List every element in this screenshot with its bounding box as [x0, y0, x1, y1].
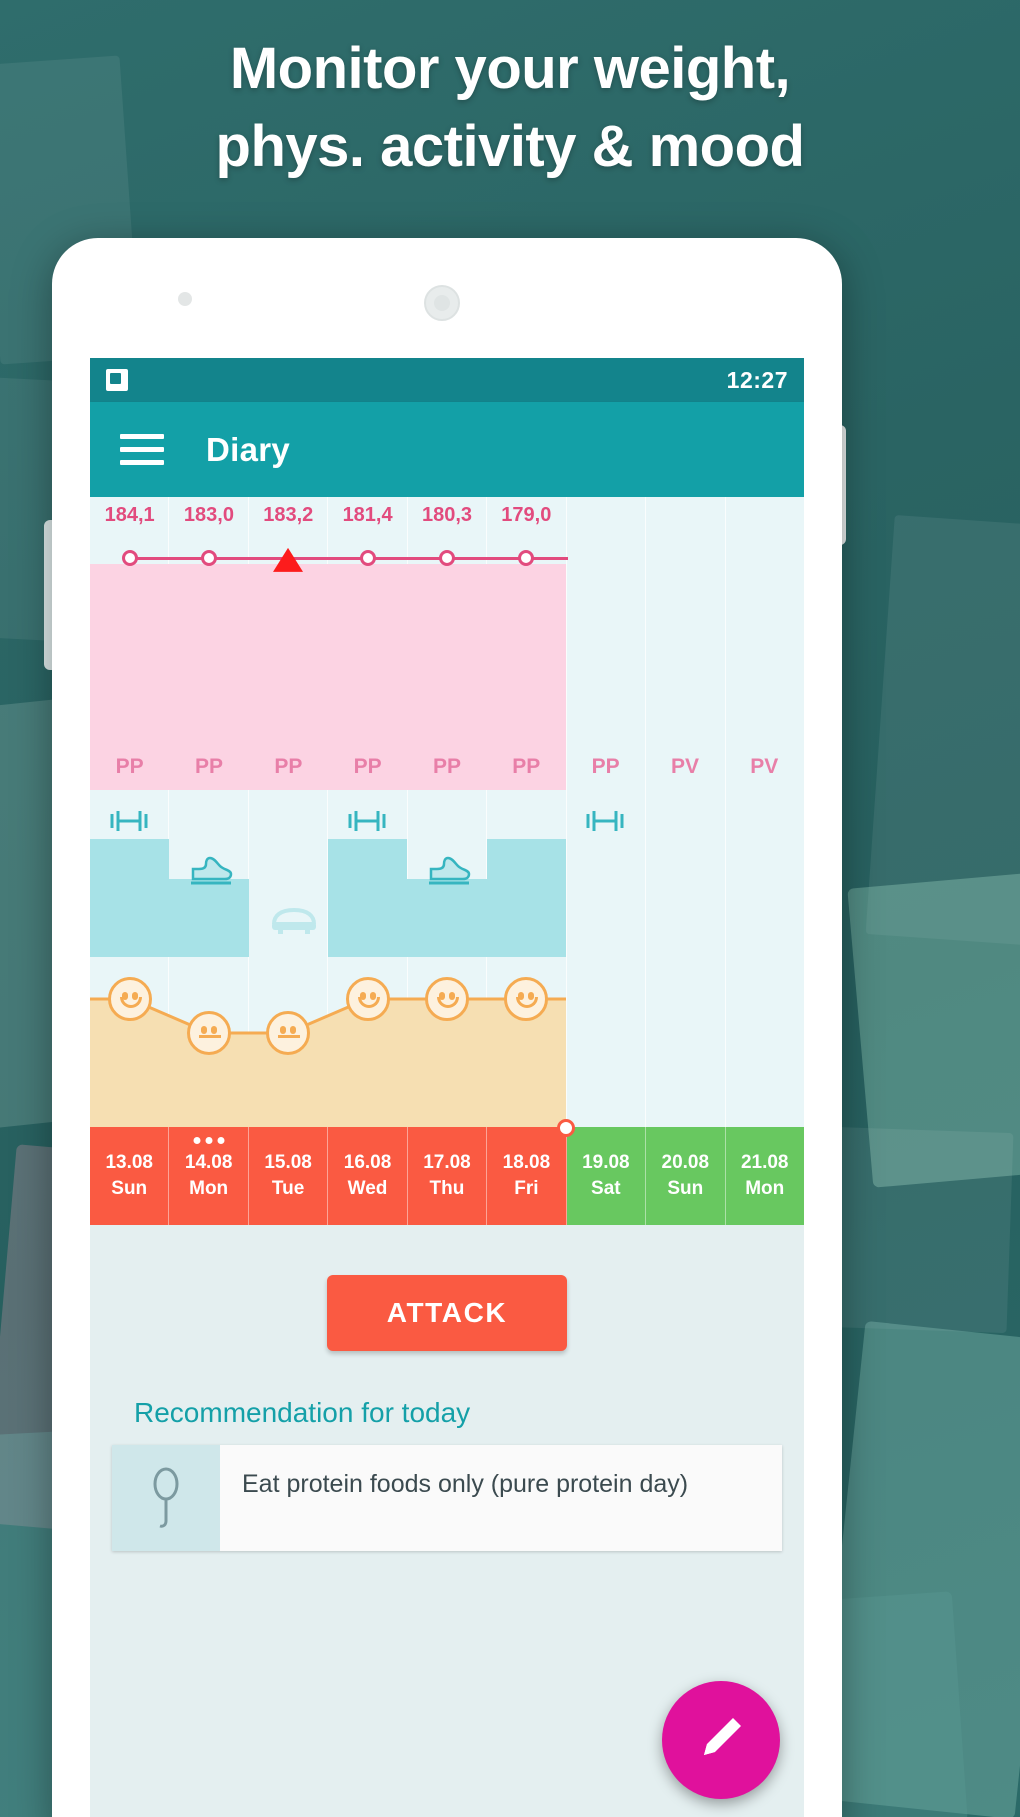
weight-point[interactable]	[200, 550, 217, 566]
date-value: 17.08	[423, 1152, 471, 1173]
date-weekday: Sun	[111, 1178, 148, 1199]
activity-series	[90, 797, 804, 957]
phone-screen: 12:27 Diary 184,1 183,0 183,2 181,4 180,…	[90, 358, 804, 1817]
front-camera-icon	[178, 292, 192, 306]
weight-point-today-marker[interactable]	[273, 547, 304, 572]
date-value: 20.08	[661, 1152, 710, 1173]
activity-bar[interactable]	[327, 839, 408, 957]
mood-series	[90, 967, 804, 1127]
table-row-today[interactable]: 18.08 Fri	[487, 1127, 567, 1225]
page-title: Diary	[206, 430, 291, 468]
weight-point[interactable]	[359, 550, 376, 566]
date-value: 14.08	[184, 1152, 233, 1173]
date-weekday: Fri	[514, 1178, 539, 1199]
headline-line-2: phys. activity & mood	[215, 114, 805, 179]
weight-label: 184,1	[104, 504, 155, 526]
diet-phase-cell: PP	[115, 755, 144, 778]
date-value: 18.08	[502, 1152, 551, 1173]
app-bar: Diary	[90, 402, 804, 497]
pencil-edit-icon	[704, 1718, 741, 1755]
promo-headline: Monitor your weight, phys. activity & mo…	[0, 30, 1020, 186]
activity-bar[interactable]	[90, 839, 170, 957]
weight-label: 180,3	[421, 504, 473, 526]
weight-label: 181,4	[342, 504, 393, 526]
date-row: 13.08 Sun 14.08 Mon 15.08 Tue 16.08 Wed …	[90, 1127, 804, 1225]
table-row[interactable]: 13.08 Sun	[90, 1127, 170, 1225]
date-weekday: Sat	[591, 1178, 621, 1199]
mood-marker-happy[interactable]	[345, 977, 390, 1021]
date-value: 16.08	[343, 1152, 392, 1173]
dumbbell-icon	[106, 807, 152, 835]
weight-label: 183,0	[183, 504, 234, 526]
weight-label: 179,0	[501, 504, 552, 526]
diet-phase-cell: PP	[432, 755, 461, 778]
weight-point[interactable]	[439, 550, 455, 566]
diet-phase-cell: PP	[591, 755, 620, 778]
table-row[interactable]: 19.08 Sat	[566, 1127, 647, 1225]
diet-phase-cell: PP	[274, 755, 303, 778]
edit-fab-button[interactable]	[662, 1681, 780, 1799]
headline-line-1: Monitor your weight,	[229, 36, 791, 101]
recommendation-text: Eat protein foods only (pure protein day…	[242, 1470, 689, 1498]
car-icon	[269, 902, 319, 934]
date-weekday: Thu	[429, 1178, 465, 1199]
hamburger-menu-icon[interactable]	[120, 433, 164, 466]
mood-marker-happy[interactable]	[504, 977, 549, 1021]
status-bar: 12:27	[90, 358, 804, 402]
attack-button-wrap: ATTACK	[90, 1225, 804, 1351]
table-row[interactable]: 15.08 Tue	[248, 1127, 329, 1225]
walk-icon	[187, 853, 235, 887]
weight-line	[129, 557, 569, 560]
recommendation-card[interactable]: Eat protein foods only (pure protein day…	[112, 1445, 782, 1551]
table-row[interactable]: 21.08 Mon	[725, 1127, 804, 1225]
diet-phase-cell: PP	[512, 755, 541, 778]
mood-marker-happy[interactable]	[107, 977, 152, 1021]
dumbbell-icon	[582, 807, 628, 835]
table-row[interactable]: 14.08 Mon	[169, 1127, 249, 1225]
date-weekday: Tue	[271, 1178, 305, 1199]
mood-marker-neutral[interactable]	[266, 1011, 311, 1055]
more-options-icon[interactable]	[193, 1137, 225, 1144]
table-row[interactable]: 17.08 Thu	[407, 1127, 488, 1225]
dumbbell-icon	[344, 807, 390, 835]
date-weekday: Mon	[745, 1178, 785, 1199]
lower-content: ATTACK Recommendation for today Eat prot…	[90, 1225, 804, 1551]
attack-button[interactable]: ATTACK	[326, 1275, 568, 1351]
diet-phase-cell: PV	[750, 755, 779, 778]
date-value: 13.08	[105, 1152, 153, 1173]
date-value: 15.08	[264, 1152, 312, 1173]
walk-icon	[425, 853, 473, 887]
weight-point[interactable]	[518, 550, 535, 566]
diet-phase-cell: PP	[353, 755, 382, 778]
date-value: 19.08	[582, 1152, 630, 1173]
date-weekday: Wed	[347, 1178, 388, 1199]
mood-marker-neutral[interactable]	[186, 1011, 231, 1055]
recommendation-section-title: Recommendation for today	[134, 1397, 471, 1428]
earpiece-speaker-icon	[424, 285, 460, 321]
app-square-icon	[106, 369, 128, 391]
mood-marker-happy[interactable]	[425, 977, 469, 1021]
weight-point[interactable]	[121, 550, 138, 566]
table-row[interactable]: 16.08 Wed	[328, 1127, 408, 1225]
weight-label: 183,2	[263, 504, 314, 526]
date-weekday: Mon	[189, 1178, 229, 1199]
diary-chart[interactable]: 184,1 183,0 183,2 181,4 180,3 179,0 PP P…	[90, 497, 804, 1225]
diet-phase-cell: PV	[670, 755, 699, 778]
spoon-icon	[112, 1445, 220, 1551]
activity-bar[interactable]	[486, 839, 566, 957]
date-value: 21.08	[740, 1152, 789, 1173]
status-clock: 12:27	[726, 366, 788, 393]
date-weekday: Sun	[667, 1178, 704, 1199]
diet-phase-cell: PP	[194, 755, 223, 778]
activity-bar[interactable]	[407, 879, 487, 957]
today-indicator-dot	[556, 1119, 575, 1137]
diet-phase-row: PP PP PP PP PP PP PP PV PV	[90, 737, 804, 797]
table-row[interactable]: 20.08 Sun	[646, 1127, 726, 1225]
activity-bar[interactable]	[169, 879, 249, 957]
